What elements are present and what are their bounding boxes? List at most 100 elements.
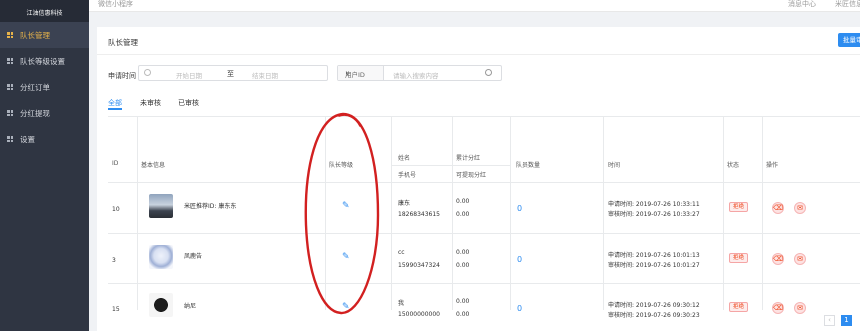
column-divider	[452, 117, 453, 310]
message-icon[interactable]: ✉	[794, 253, 806, 265]
row-review-time: 审核时间: 2019-07-26 09:30:23	[608, 312, 700, 319]
header-basic-info: 基本信息	[141, 162, 166, 169]
date-filter-label: 申请时间	[108, 72, 136, 80]
sidebar: 江油信惠科技 队长管理 队长等级设置 分红订单 分红提现 设置	[0, 0, 89, 331]
tab-unreviewed[interactable]: 未审核	[140, 98, 161, 108]
column-divider	[137, 117, 138, 310]
header-members: 队员数量	[516, 162, 541, 169]
row-id: 15	[112, 306, 120, 313]
row-phone: 15000000000	[398, 311, 440, 318]
header-status: 状态	[727, 162, 740, 169]
header-phone: 手机号	[398, 172, 417, 179]
pencil-icon[interactable]: ✎	[342, 201, 350, 211]
header-action: 操作	[766, 162, 779, 169]
search-input[interactable]: 请输入搜索内容	[393, 70, 439, 80]
column-divider	[510, 117, 511, 310]
row-withdrawable: 0.00	[456, 311, 470, 318]
page-title: 队长管理	[108, 38, 138, 47]
row-apply-time: 申请时间: 2019-07-26 10:01:13	[608, 252, 700, 259]
row-withdrawable: 0.00	[456, 262, 470, 269]
row-nickname: 纳尼	[184, 303, 197, 310]
trash-icon[interactable]: ⌫	[772, 302, 784, 314]
tab-all[interactable]: 全部	[108, 98, 122, 108]
sidebar-item-label: 队长等级设置	[20, 56, 65, 66]
top-bar: 微信小程序 消息中心 米匠信息	[89, 0, 860, 12]
status-badge: 拒绝	[729, 202, 748, 212]
trash-icon[interactable]: ⌫	[772, 253, 784, 265]
status-badge: 拒绝	[729, 302, 748, 312]
header-total-dividend: 累计分红	[456, 155, 481, 162]
search-icon[interactable]	[485, 69, 492, 76]
row-member-count[interactable]: 0	[517, 204, 522, 213]
range-separator: 至	[227, 70, 234, 78]
row-id: 10	[112, 206, 120, 213]
header-level: 队长等级	[329, 162, 354, 169]
trash-icon[interactable]: ⌫	[772, 202, 784, 214]
chevron-down-icon: ∨	[345, 69, 350, 77]
row-phone: 15990347324	[398, 262, 440, 269]
grid-icon	[7, 58, 13, 64]
pagination-prev-button[interactable]: ‹	[824, 315, 835, 326]
column-divider	[325, 117, 326, 310]
header-divider	[391, 165, 510, 166]
grid-icon	[7, 136, 13, 142]
message-center-link[interactable]: 消息中心	[788, 0, 816, 9]
row-id: 3	[112, 257, 116, 264]
grid-icon	[7, 110, 13, 116]
date-range-picker[interactable]: 开始日期 至 结束日期	[138, 65, 328, 81]
column-divider	[603, 117, 604, 310]
row-withdrawable: 0.00	[456, 211, 470, 218]
avatar	[149, 293, 173, 317]
clock-icon	[144, 69, 151, 76]
header-id: ID	[112, 160, 119, 167]
end-date-input[interactable]: 结束日期	[252, 70, 278, 80]
batch-review-button[interactable]: 批量审核	[838, 33, 860, 47]
search-group: 用户ID ∨ 请输入搜索内容	[337, 65, 502, 81]
sidebar-item-settings[interactable]: 设置	[0, 126, 89, 152]
main-card: 队长管理 批量审核 申请时间 开始日期 至 结束日期 用户ID ∨ 请输入搜索内…	[97, 27, 860, 331]
sidebar-item-label: 设置	[20, 134, 35, 144]
tab-reviewed[interactable]: 已审核	[178, 98, 199, 108]
row-nickname: 凤鹿告	[184, 253, 203, 260]
pencil-icon[interactable]: ✎	[342, 252, 350, 262]
row-divider	[108, 283, 860, 284]
app-name[interactable]: 微信小程序	[98, 0, 133, 9]
message-icon[interactable]: ✉	[794, 202, 806, 214]
search-field-select[interactable]: 用户ID ∨	[338, 66, 384, 80]
message-icon[interactable]: ✉	[794, 302, 806, 314]
row-member-count[interactable]: 0	[517, 255, 522, 264]
row-apply-time: 申请时间: 2019-07-26 09:30:12	[608, 302, 700, 309]
header-time: 时间	[608, 162, 621, 169]
sidebar-item-label: 队长管理	[20, 30, 50, 40]
pencil-icon[interactable]: ✎	[342, 302, 350, 312]
row-name: cc	[398, 249, 405, 256]
sidebar-item-captain-management[interactable]: 队长管理	[0, 22, 89, 48]
row-member-count[interactable]: 0	[517, 304, 522, 313]
sidebar-item-dividend-orders[interactable]: 分红订单	[0, 74, 89, 100]
column-divider	[723, 117, 724, 310]
column-divider	[391, 117, 392, 310]
sidebar-item-label: 分红订单	[20, 82, 50, 92]
row-nickname: 米匠推荐ID: 康东东	[184, 203, 237, 210]
brand-logo: 江油信惠科技	[0, 0, 89, 22]
grid-icon	[7, 32, 13, 38]
row-review-time: 审核时间: 2019-07-26 10:01:27	[608, 262, 700, 269]
row-divider	[108, 233, 860, 234]
active-tab-indicator	[108, 108, 122, 110]
start-date-input[interactable]: 开始日期	[176, 70, 202, 80]
pagination-page-1[interactable]: 1	[841, 315, 852, 326]
row-divider	[108, 182, 860, 183]
header-withdrawable: 可提现分红	[456, 172, 487, 179]
user-menu[interactable]: 米匠信息	[835, 0, 860, 9]
sidebar-item-level-settings[interactable]: 队长等级设置	[0, 48, 89, 74]
row-total-dividend: 0.00	[456, 298, 470, 305]
header-name: 姓名	[398, 155, 411, 162]
status-badge: 拒绝	[729, 253, 748, 263]
avatar	[149, 245, 173, 269]
column-divider	[762, 117, 763, 310]
row-total-dividend: 0.00	[456, 249, 470, 256]
row-total-dividend: 0.00	[456, 198, 470, 205]
divider	[97, 54, 860, 55]
sidebar-item-dividend-withdrawal[interactable]: 分红提现	[0, 100, 89, 126]
avatar	[149, 194, 173, 218]
